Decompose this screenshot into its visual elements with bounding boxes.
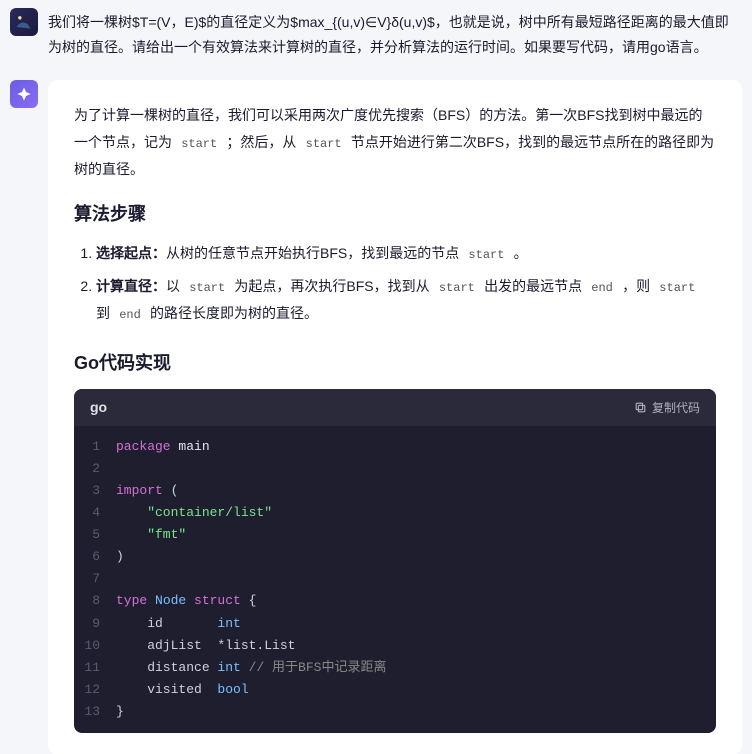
list-item: 选择起点：从树的任意节点开始执行BFS，找到最远的节点 start 。 — [96, 240, 716, 267]
inline-code: start — [430, 281, 484, 295]
inline-code: start — [296, 137, 350, 151]
code-token: "container/list" — [116, 502, 716, 524]
code-token: main — [178, 439, 209, 454]
code-header: go 复制代码 — [74, 389, 716, 426]
text: 为起点，再次执行BFS，找到从 — [234, 278, 429, 294]
inline-code: start — [172, 137, 226, 151]
heading-steps: 算法步骤 — [74, 200, 716, 226]
text: 的路径长度即为树的直径。 — [150, 305, 318, 321]
code-lang-label: go — [90, 399, 107, 415]
list-item: 计算直径：以 start 为起点，再次执行BFS，找到从 start 出发的最远… — [96, 273, 716, 327]
copy-label: 复制代码 — [652, 399, 700, 416]
assistant-avatar — [10, 80, 38, 108]
code-token: ( — [171, 483, 179, 498]
code-token: struct — [194, 593, 249, 608]
code-token: distance — [116, 660, 217, 675]
user-avatar — [10, 8, 38, 36]
step-label: 计算直径： — [96, 278, 166, 294]
user-message-text: 我们将一棵树$T=(V，E)$的直径定义为$max_{(u,v)∈V}δ(u,v… — [48, 8, 742, 60]
step-label: 选择起点： — [96, 245, 166, 261]
code-token: } — [116, 701, 716, 723]
code-token: // 用于BFS中记录距离 — [249, 660, 387, 675]
steps-list: 选择起点：从树的任意节点开始执行BFS，找到最远的节点 start 。 计算直径… — [74, 240, 716, 326]
inline-code: start — [459, 248, 513, 262]
code-token: type — [116, 593, 155, 608]
line-number: 2 — [74, 458, 116, 480]
line-number: 9 — [74, 613, 116, 635]
code-token: Node — [155, 593, 194, 608]
code-token: adjList *list.List — [116, 638, 295, 653]
line-number: 1 — [74, 436, 116, 458]
heading-code: Go代码实现 — [74, 349, 716, 375]
inline-code: end — [582, 281, 622, 295]
code-token: int — [217, 616, 240, 631]
code-token: ) — [116, 546, 716, 568]
line-number: 13 — [74, 701, 116, 723]
code-token: import — [116, 483, 171, 498]
line-number: 11 — [74, 657, 116, 679]
code-token: { — [249, 593, 257, 608]
code-body[interactable]: 1package main 2 3import ( 4 "container/l… — [74, 426, 716, 733]
text: 从树的任意节点开始执行BFS，找到最远的节点 — [166, 245, 459, 261]
inline-code: start — [180, 281, 234, 295]
line-number: 5 — [74, 524, 116, 546]
assistant-message: 为了计算一棵树的直径，我们可以采用两次广度优先搜索（BFS）的方法。第一次BFS… — [48, 80, 742, 754]
text: 以 — [166, 278, 180, 294]
code-token: "fmt" — [116, 524, 716, 546]
inline-code: start — [650, 281, 697, 295]
line-number: 12 — [74, 679, 116, 701]
line-number: 3 — [74, 480, 116, 502]
line-number: 6 — [74, 546, 116, 568]
text: ，则 — [622, 278, 650, 294]
line-number: 4 — [74, 502, 116, 524]
line-number: 7 — [74, 568, 116, 590]
copy-code-button[interactable]: 复制代码 — [634, 399, 700, 416]
text: ；然后，从 — [226, 134, 296, 150]
code-token: visited — [116, 682, 217, 697]
text: 。 — [514, 245, 528, 261]
text: 到 — [96, 305, 110, 321]
inline-code: end — [110, 308, 150, 322]
code-block: go 复制代码 1package main 2 3import ( 4 "con… — [74, 389, 716, 733]
code-token: id — [116, 616, 217, 631]
intro-paragraph: 为了计算一棵树的直径，我们可以采用两次广度优先搜索（BFS）的方法。第一次BFS… — [74, 102, 716, 182]
code-token — [116, 458, 716, 480]
code-token: bool — [217, 682, 248, 697]
copy-icon — [634, 401, 647, 414]
line-number: 10 — [74, 635, 116, 657]
code-token — [116, 568, 716, 590]
code-token: int — [217, 660, 248, 675]
code-token: package — [116, 439, 178, 454]
text: 出发的最远节点 — [484, 278, 582, 294]
line-number: 8 — [74, 590, 116, 612]
